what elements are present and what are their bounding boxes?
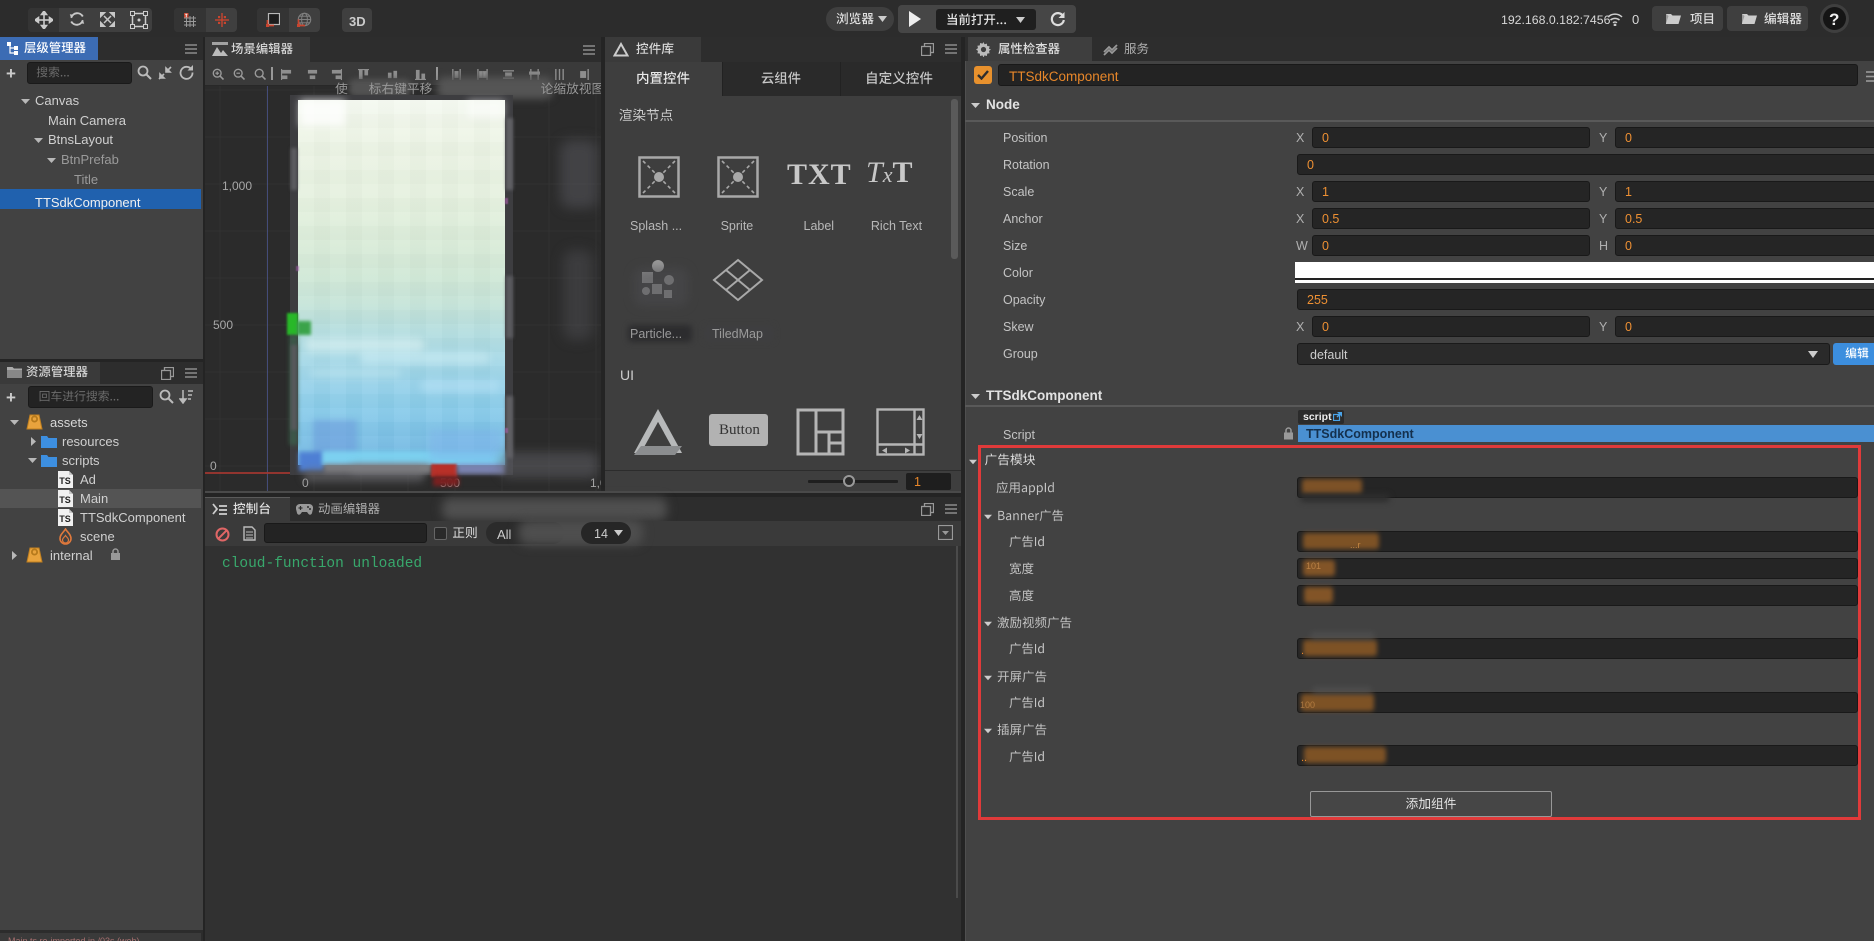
svg-text:TS: TS — [59, 514, 71, 524]
svg-text:TS: TS — [59, 495, 71, 505]
svg-text:TS: TS — [59, 476, 71, 486]
